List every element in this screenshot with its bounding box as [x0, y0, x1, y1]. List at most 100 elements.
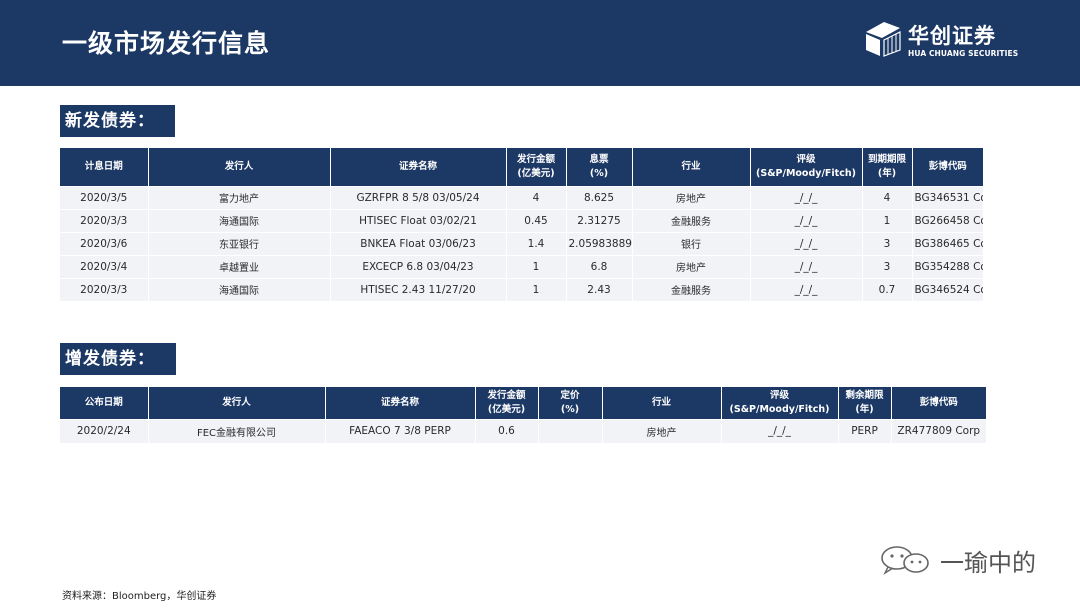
column-header-unit: (S&P/Moody/Fitch) — [756, 167, 856, 179]
table-cell: BG266458 Corp — [912, 208, 983, 232]
brand-cube-icon — [866, 22, 901, 57]
add-bonds-table: 公布日期 发行人 证券名称 发行金额 (亿美元) 定价 (%) 行业 评级 (S&P/Moody/… — [60, 387, 986, 443]
column-header: 行业 — [602, 387, 722, 419]
table-cell: EXCECP 6.8 03/04/23 — [330, 254, 507, 278]
column-header-label: 发行人 — [222, 396, 251, 408]
table-cell: 2020/3/6 — [60, 231, 149, 255]
column-header: 彭博代码 — [912, 148, 983, 186]
wechat-icon — [881, 546, 929, 575]
table-cell: 金融服务 — [632, 208, 751, 232]
table-cell: BG354288 Corp — [912, 254, 983, 278]
table-cell: _/_/_ — [750, 208, 863, 232]
column-header-label: 定价 — [560, 389, 580, 401]
table-cell: 4 — [506, 185, 567, 209]
column-header-label: 彭博代码 — [919, 396, 958, 408]
table-cell — [538, 418, 603, 443]
table-row: 2020/3/5 富力地产 GZRFPR 8 5/8 03/05/24 4 8.625 房… — [60, 185, 983, 209]
brand-name-en: HUA CHUANG SECURITIES — [908, 49, 1019, 58]
table-cell: 富力地产 — [148, 185, 331, 209]
column-header-unit: (年) — [877, 167, 897, 179]
table-cell: 3 — [862, 231, 913, 255]
column-header: 彭博代码 — [891, 387, 986, 419]
column-header-label: 到期期限 — [867, 153, 906, 165]
table-cell: 4 — [862, 185, 913, 209]
table-cell: HTISEC Float 03/02/21 — [330, 208, 507, 232]
table-row: 2020/3/6 东亚银行 BNKEA Float 03/06/23 1.4 2.059… — [60, 231, 983, 255]
table-header-row: 计息日期 发行人 证券名称 发行金额 (亿美元) 息票 (%) 行业 评级 (S&P/Moody/… — [60, 148, 983, 186]
column-header-unit: (%) — [589, 167, 609, 179]
table-cell: BNKEA Float 03/06/23 — [330, 231, 507, 255]
column-header-label: 发行金额 — [516, 153, 555, 165]
new-bonds-table: 计息日期 发行人 证券名称 发行金额 (亿美元) 息票 (%) 行业 评级 (S&P/Moody/… — [60, 148, 983, 301]
table-cell: 东亚银行 — [148, 231, 331, 255]
column-header-label: 剩余期限 — [845, 389, 884, 401]
table-cell: FAEACO 7 3/8 PERP — [325, 418, 476, 443]
column-header-unit: (亿美元) — [487, 403, 526, 415]
column-header-label: 证券名称 — [398, 160, 437, 172]
table-cell: 海通国际 — [148, 208, 331, 232]
table-cell: 0.7 — [862, 277, 913, 301]
table-cell: 0.45 — [506, 208, 567, 232]
column-header: 评级 (S&P/Moody/Fitch) — [721, 387, 839, 419]
table-cell: 房地产 — [632, 185, 751, 209]
column-header-unit: (S&P/Moody/Fitch) — [729, 403, 830, 415]
page-title: 一级市场发行信息 — [62, 29, 271, 58]
table-cell: 房地产 — [632, 254, 751, 278]
column-header-label: 彭博代码 — [928, 160, 967, 172]
table-cell: 房地产 — [602, 418, 722, 443]
column-header-label: 评级 — [796, 153, 816, 165]
add-bonds-label: 增发债券： — [60, 343, 176, 375]
column-header-label: 证券名称 — [380, 396, 419, 408]
column-header-label: 发行金额 — [487, 389, 526, 401]
source-note: 资料来源：Bloomberg，华创证券 — [62, 591, 217, 602]
table-cell: _/_/_ — [750, 185, 863, 209]
table-cell: 金融服务 — [632, 277, 751, 301]
table-cell: 2020/3/3 — [60, 277, 149, 301]
column-header-label: 发行人 — [224, 160, 254, 172]
brand-name-cn: 华创证券 — [908, 24, 996, 48]
column-header: 定价 (%) — [538, 387, 603, 419]
table-cell: _/_/_ — [750, 254, 863, 278]
column-header-unit: (年) — [855, 403, 874, 415]
column-header: 发行金额 (亿美元) — [506, 148, 567, 186]
column-header: 评级 (S&P/Moody/Fitch) — [750, 148, 863, 186]
table-cell: 1 — [506, 254, 567, 278]
column-header-label: 行业 — [651, 396, 671, 408]
column-header-unit: (亿美元) — [517, 167, 555, 179]
table-cell: FEC金融有限公司 — [148, 418, 326, 443]
table-row: 2020/3/3 海通国际 HTISEC Float 03/02/21 0.45 2.3… — [60, 208, 983, 232]
column-header: 计息日期 — [60, 148, 149, 186]
column-header-label: 行业 — [681, 160, 701, 172]
column-header: 发行金额 (亿美元) — [475, 387, 539, 419]
table-cell: 1.4 — [506, 231, 567, 255]
table-cell: 银行 — [632, 231, 751, 255]
table-cell: 0.6 — [475, 418, 539, 443]
brand-logo: 华创证券 HUA CHUANG SECURITIES — [864, 20, 1024, 64]
table-row: 2020/2/24 FEC金融有限公司 FAEACO 7 3/8 PERP 0.6 房地… — [60, 418, 986, 443]
table-cell: 海通国际 — [148, 277, 331, 301]
column-header-unit: (%) — [560, 403, 580, 415]
table-cell: _/_/_ — [750, 231, 863, 255]
column-header: 息票 (%) — [566, 148, 633, 186]
table-cell: PERP — [838, 418, 892, 443]
table-cell: 2020/3/3 — [60, 208, 149, 232]
column-header: 剩余期限 (年) — [838, 387, 892, 419]
table-cell: 卓越置业 — [148, 254, 331, 278]
table-row: 2020/3/4 卓越置业 EXCECP 6.8 03/04/23 1 6.8 房地产 _/… — [60, 254, 983, 278]
table-cell: 2020/3/4 — [60, 254, 149, 278]
table-cell: GZRFPR 8 5/8 03/05/24 — [330, 185, 507, 209]
column-header: 发行人 — [148, 148, 331, 186]
column-header: 证券名称 — [330, 148, 507, 186]
column-header-label: 公布日期 — [84, 396, 123, 408]
table-cell: BG346531 Corp — [912, 185, 983, 209]
table-cell: 2020/3/5 — [60, 185, 149, 209]
column-header: 到期期限 (年) — [862, 148, 913, 186]
column-header: 证券名称 — [325, 387, 476, 419]
table-cell: _/_/_ — [750, 277, 863, 301]
column-header-label: 息票 — [589, 153, 609, 165]
table-cell: 2.05983889 — [566, 231, 633, 255]
table-header-row: 公布日期 发行人 证券名称 发行金额 (亿美元) 定价 (%) 行业 评级 (S&P/Moody/… — [60, 387, 986, 419]
watermark-text: 一瑜中的 — [940, 549, 1036, 577]
column-header: 行业 — [632, 148, 751, 186]
table-cell: 2020/2/24 — [60, 418, 149, 443]
